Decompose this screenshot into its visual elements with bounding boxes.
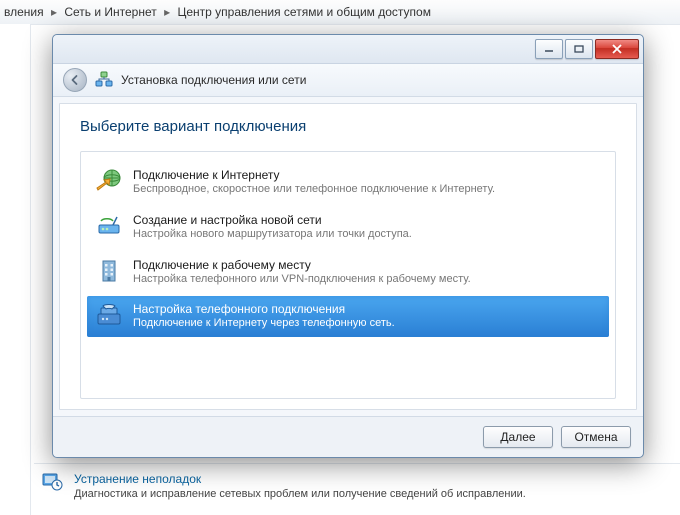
phone-modem-icon (95, 302, 123, 328)
option-internet[interactable]: Подключение к Интернету Беспроводное, ск… (87, 162, 609, 203)
breadcrumb-item[interactable]: Центр управления сетями и общим доступом (177, 5, 431, 19)
options-list: Подключение к Интернету Беспроводное, ск… (80, 151, 616, 399)
option-workplace[interactable]: Подключение к рабочему месту Настройка т… (87, 252, 609, 293)
breadcrumb-item[interactable]: Сеть и Интернет (64, 5, 156, 19)
option-title: Настройка телефонного подключения (133, 302, 395, 317)
breadcrumb-separator: ▸ (160, 5, 174, 19)
option-title: Создание и настройка новой сети (133, 213, 412, 228)
troubleshoot-section: Устранение неполадок Диагностика и испра… (34, 463, 680, 515)
globe-arrow-icon (95, 168, 123, 194)
next-button[interactable]: Далее (483, 426, 553, 448)
building-icon (95, 258, 123, 284)
option-description: Подключение к Интернету через телефонную… (133, 317, 395, 331)
breadcrumb-item[interactable]: вления (4, 5, 44, 19)
maximize-button[interactable] (565, 39, 593, 59)
troubleshoot-icon (40, 470, 64, 494)
option-new-network[interactable]: Создание и настройка новой сети Настройк… (87, 207, 609, 248)
option-description: Настройка нового маршрутизатора или точк… (133, 228, 412, 242)
option-title: Подключение к рабочему месту (133, 258, 471, 273)
troubleshoot-link[interactable]: Устранение неполадок (74, 472, 670, 486)
control-panel-left-pane (0, 24, 31, 515)
page-heading: Выберите вариант подключения (80, 118, 616, 135)
option-dialup[interactable]: Настройка телефонного подключения Подклю… (87, 296, 609, 337)
option-description: Беспроводное, скоростное или телефонное … (133, 183, 495, 197)
close-button[interactable] (595, 39, 639, 59)
option-title: Подключение к Интернету (133, 168, 495, 183)
network-icon (95, 71, 113, 89)
wizard-content: Выберите вариант подключения Подключение… (59, 103, 637, 410)
back-button[interactable] (63, 68, 87, 92)
breadcrumb[interactable]: вления ▸ Сеть и Интернет ▸ Центр управле… (0, 0, 680, 25)
wizard-subheader: Установка подключения или сети (53, 64, 643, 97)
option-description: Настройка телефонного или VPN-подключени… (133, 273, 471, 287)
cancel-button[interactable]: Отмена (561, 426, 631, 448)
titlebar[interactable] (53, 35, 643, 64)
wizard-footer: Далее Отмена (53, 416, 643, 457)
troubleshoot-description: Диагностика и исправление сетевых пробле… (74, 488, 670, 500)
minimize-button[interactable] (535, 39, 563, 59)
router-icon (95, 213, 123, 239)
breadcrumb-separator: ▸ (47, 5, 61, 19)
connection-wizard-dialog: Установка подключения или сети Выберите … (52, 34, 644, 458)
wizard-title: Установка подключения или сети (121, 73, 306, 87)
